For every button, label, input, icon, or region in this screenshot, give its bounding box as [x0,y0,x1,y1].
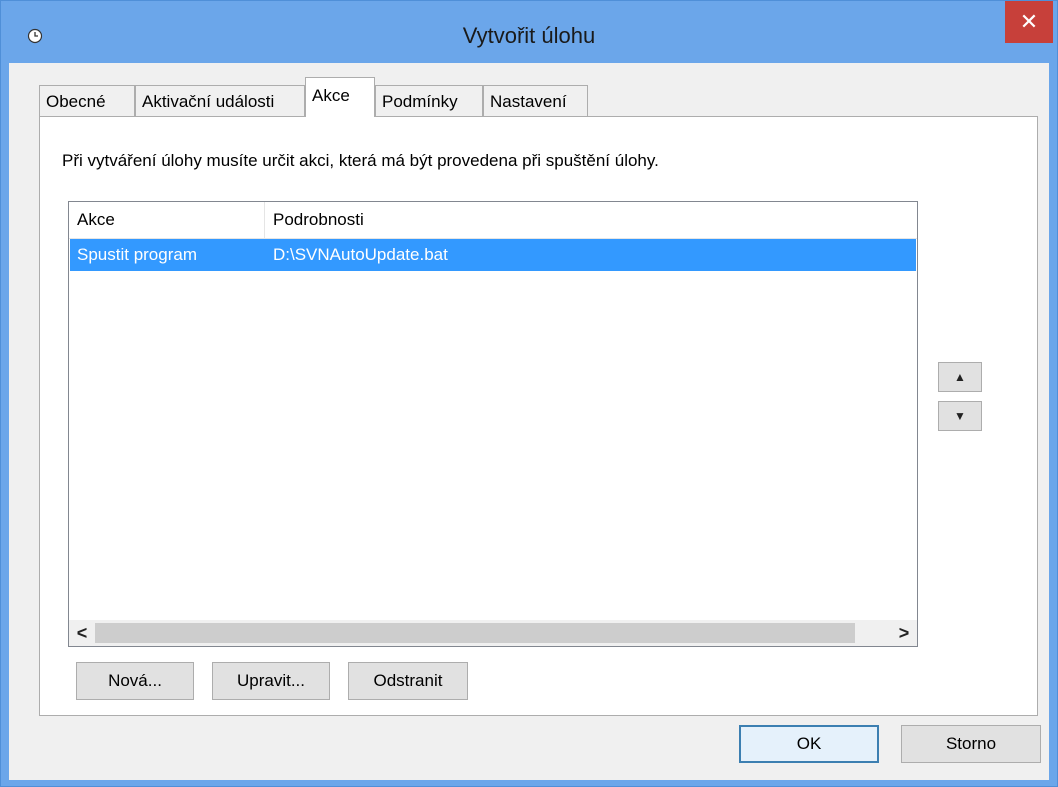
actions-list[interactable]: Akce Podrobnosti Spustit program D:\SVNA… [68,201,918,647]
move-down-button[interactable]: ▼ [938,401,982,431]
caret-up-icon: ▲ [954,370,966,384]
horizontal-scrollbar[interactable]: < > [69,620,917,646]
tab-actions[interactable]: Akce [305,77,375,117]
list-header: Akce Podrobnosti [69,202,917,239]
scroll-right-icon[interactable]: > [891,620,917,646]
cell-action: Spustit program [77,245,197,264]
window-title: Vytvořit úlohu [462,23,596,48]
table-row[interactable]: Spustit program D:\SVNAutoUpdate.bat [70,239,916,271]
column-header-action[interactable]: Akce [69,202,265,238]
close-button[interactable]: ✕ [1005,1,1053,43]
title-bar[interactable]: Vytvořit úlohu ✕ [1,1,1057,63]
tab-triggers[interactable]: Aktivační události [135,85,305,117]
edit-action-button[interactable]: Upravit... [212,662,330,700]
scroll-left-icon[interactable]: < [69,620,95,646]
delete-action-button[interactable]: Odstranit [348,662,468,700]
move-up-button[interactable]: ▲ [938,362,982,392]
button-label: Storno [945,734,997,753]
button-label: Upravit... [236,671,306,690]
tab-general[interactable]: Obecné [39,85,135,117]
tab-settings[interactable]: Nastavení [483,85,588,117]
tab-label: Aktivační události [142,92,275,111]
dialog-client-area: Obecné Aktivační události Akce Podmínky … [9,63,1049,780]
tab-conditions[interactable]: Podmínky [375,85,483,117]
button-label: Nová... [108,671,162,690]
button-label: Odstranit [373,671,443,690]
scrollbar-thumb[interactable] [95,623,855,643]
column-header-details[interactable]: Podrobnosti [265,202,665,238]
create-task-window: Vytvořit úlohu ✕ Obecné Aktivační událos… [0,0,1058,787]
tab-label: Obecné [46,92,106,111]
tab-label: Akce [312,86,350,105]
new-action-button[interactable]: Nová... [76,662,194,700]
actions-description: Při vytváření úlohy musíte určit akci, k… [62,151,659,170]
caret-down-icon: ▼ [954,409,966,423]
cell-details: D:\SVNAutoUpdate.bat [273,245,448,264]
cancel-button[interactable]: Storno [901,725,1041,763]
close-icon: ✕ [1019,9,1039,34]
actions-tab-panel: Při vytváření úlohy musíte určit akci, k… [39,116,1038,716]
button-label: OK [796,734,822,753]
tab-label: Podmínky [382,92,458,111]
ok-button[interactable]: OK [739,725,879,763]
tab-label: Nastavení [490,92,567,111]
